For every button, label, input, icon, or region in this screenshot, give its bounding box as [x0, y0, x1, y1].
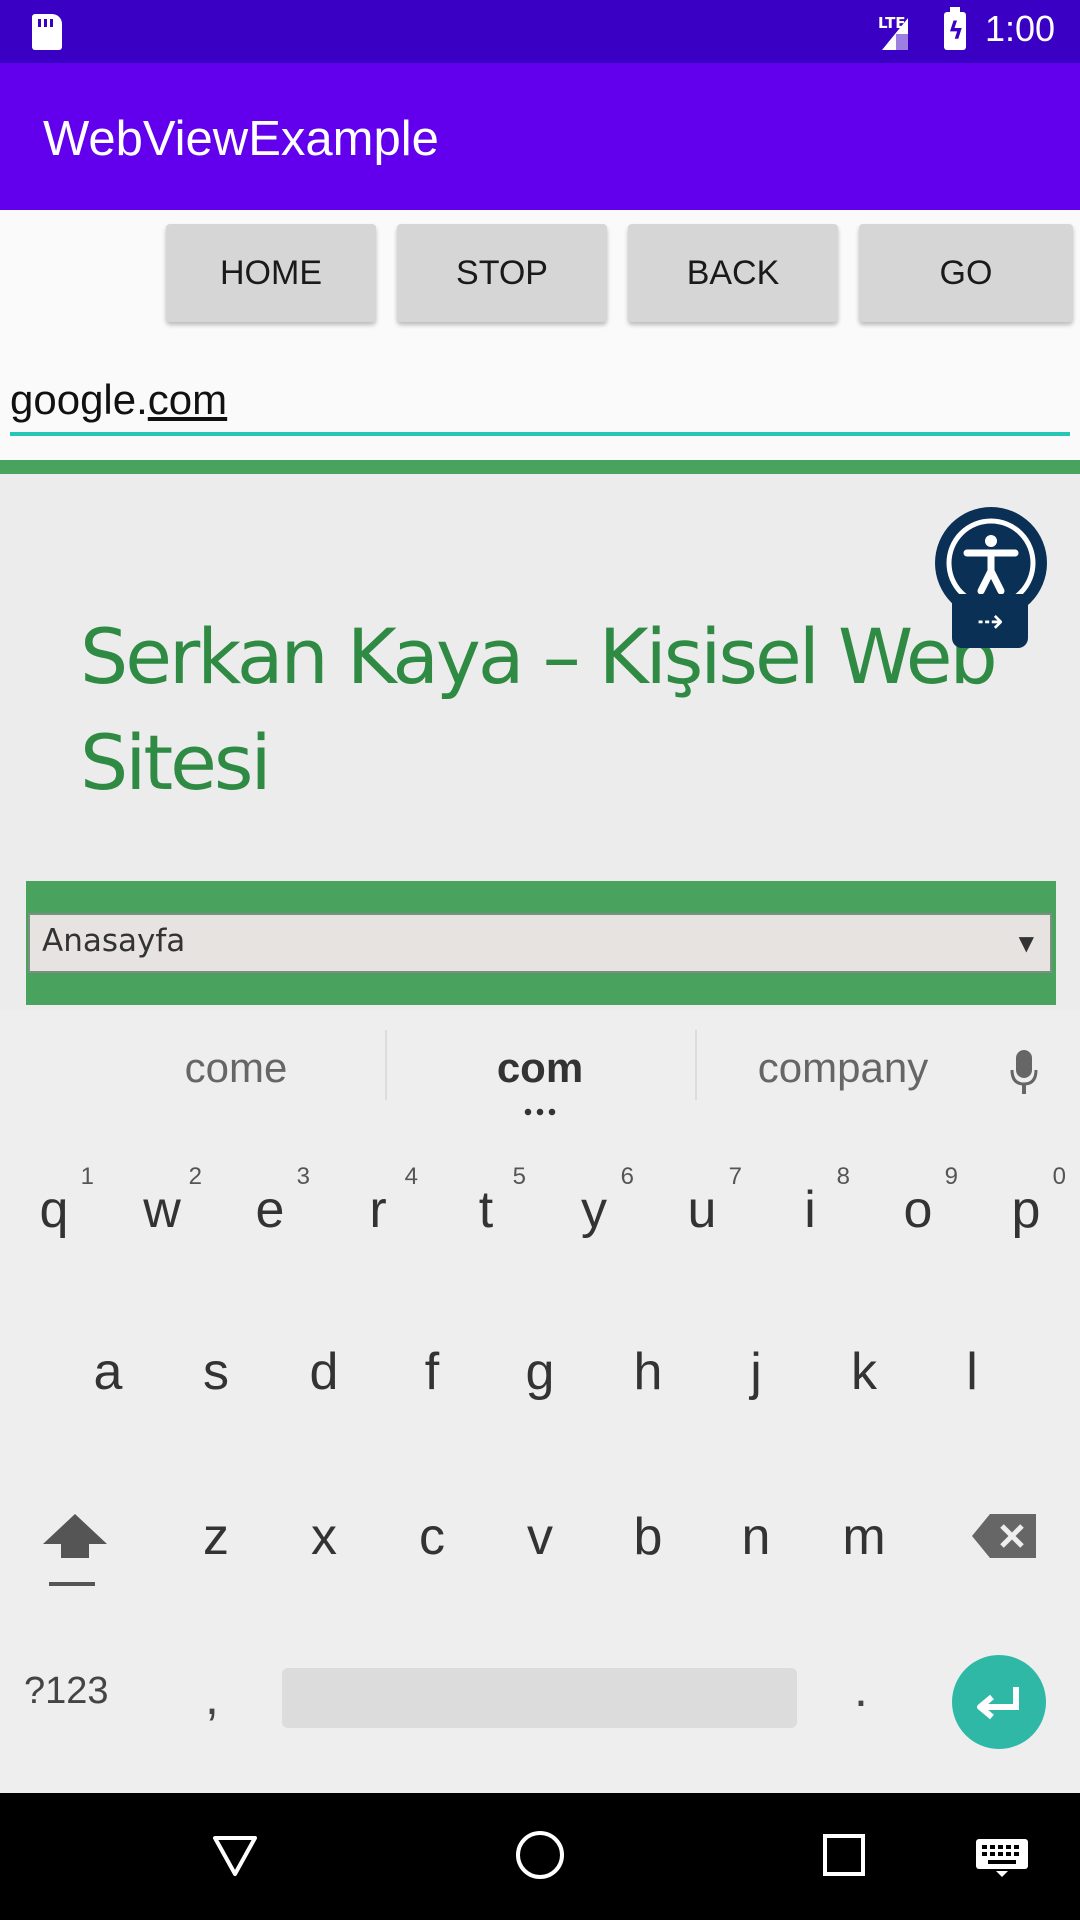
key-d[interactable]: d: [270, 1307, 378, 1437]
site-title[interactable]: Serkan Kaya – Kişisel Web Sitesi: [80, 604, 1080, 816]
key-hint: 2: [188, 1163, 202, 1190]
key-c[interactable]: c: [378, 1472, 486, 1602]
menu-select[interactable]: Anasayfa ▼: [28, 913, 1052, 973]
key-label: p: [1011, 1181, 1041, 1239]
key-j[interactable]: j: [702, 1307, 810, 1437]
shift-icon[interactable]: [35, 1506, 115, 1596]
recents-icon[interactable]: [822, 1833, 866, 1877]
arrow-right-icon[interactable]: ⇢: [952, 594, 1028, 648]
key-label: r: [369, 1181, 387, 1239]
enter-key[interactable]: [952, 1655, 1046, 1749]
key-f[interactable]: f: [378, 1307, 486, 1437]
key-w[interactable]: w2: [108, 1145, 216, 1275]
enter-icon: [977, 1687, 1019, 1720]
soft-keyboard: ?123 , . q1w2e3r4t5y6u7i8o9p0asdfghjklzx…: [0, 1120, 1080, 1793]
key-label: y: [581, 1181, 607, 1239]
url-input[interactable]: google.com: [10, 370, 1070, 436]
caret-down-icon: ▼: [1018, 931, 1034, 955]
key-hint: 8: [836, 1163, 850, 1190]
key-l[interactable]: l: [918, 1307, 1026, 1437]
key-hint: 3: [296, 1163, 310, 1190]
key-hint: 1: [80, 1163, 94, 1190]
browser-toolbar: HOME STOP BACK GO google.com: [0, 210, 1080, 460]
more-suggestions-icon[interactable]: [522, 1108, 558, 1116]
key-hint: 6: [620, 1163, 634, 1190]
home-button[interactable]: HOME: [166, 224, 376, 322]
key-x[interactable]: x: [270, 1472, 378, 1602]
key-v[interactable]: v: [486, 1472, 594, 1602]
go-button[interactable]: GO: [859, 224, 1073, 322]
symbols-key[interactable]: ?123: [24, 1670, 109, 1713]
site-menu-bar: Anasayfa ▼: [26, 881, 1056, 1005]
key-label: o: [903, 1181, 933, 1239]
key-r[interactable]: r4: [324, 1145, 432, 1275]
key-t[interactable]: t5: [432, 1145, 540, 1275]
suggestion-strip: come com company: [0, 1010, 1080, 1120]
url-text-composing: com: [147, 376, 228, 423]
key-y[interactable]: y6: [540, 1145, 648, 1275]
key-p[interactable]: p0: [972, 1145, 1080, 1275]
key-s[interactable]: s: [162, 1307, 270, 1437]
key-i[interactable]: i8: [756, 1145, 864, 1275]
key-h[interactable]: h: [594, 1307, 702, 1437]
key-q[interactable]: q1: [0, 1145, 108, 1275]
key-hint: 9: [944, 1163, 958, 1190]
key-e[interactable]: e3: [216, 1145, 324, 1275]
suggestion-right[interactable]: company: [693, 1044, 993, 1092]
key-n[interactable]: n: [702, 1472, 810, 1602]
battery-charging-icon: ϟ: [944, 7, 966, 50]
key-hint: 5: [512, 1163, 526, 1190]
key-o[interactable]: o9: [864, 1145, 972, 1275]
key-hint: 0: [1052, 1163, 1066, 1190]
app-title: WebViewExample: [43, 112, 439, 166]
key-label: u: [687, 1181, 717, 1239]
back-icon[interactable]: [212, 1833, 258, 1879]
key-a[interactable]: a: [54, 1307, 162, 1437]
status-time: 1:00: [985, 8, 1056, 49]
key-label: e: [255, 1181, 285, 1239]
microphone-icon[interactable]: [1010, 1050, 1038, 1094]
suggestion-center[interactable]: com: [390, 1044, 690, 1092]
key-label: i: [804, 1181, 816, 1239]
back-button[interactable]: BACK: [628, 224, 838, 322]
key-k[interactable]: k: [810, 1307, 918, 1437]
key-hint: 7: [728, 1163, 742, 1190]
keyboard-switch-icon[interactable]: [974, 1837, 1030, 1877]
period-key[interactable]: .: [854, 1660, 868, 1718]
key-u[interactable]: u7: [648, 1145, 756, 1275]
app-bar: WebViewExample: [0, 63, 1080, 210]
suggestion-left[interactable]: come: [86, 1044, 386, 1092]
key-label: w: [143, 1181, 181, 1239]
key-label: q: [39, 1181, 69, 1239]
sd-card-icon: [32, 14, 62, 50]
key-hint: 4: [404, 1163, 418, 1190]
url-text-prefix: google.: [10, 376, 148, 423]
key-b[interactable]: b: [594, 1472, 702, 1602]
backspace-icon[interactable]: [970, 1508, 1040, 1564]
key-g[interactable]: g: [486, 1307, 594, 1437]
stop-button[interactable]: STOP: [397, 224, 607, 322]
space-key[interactable]: [282, 1668, 797, 1728]
navigation-bar: [0, 1793, 1080, 1920]
menu-selected-value: Anasayfa: [42, 923, 186, 959]
key-z[interactable]: z: [162, 1472, 270, 1602]
comma-key[interactable]: ,: [205, 1668, 219, 1726]
key-m[interactable]: m: [810, 1472, 918, 1602]
key-label: t: [478, 1181, 494, 1239]
home-icon[interactable]: [514, 1829, 566, 1881]
status-bar: LTE ϟ 1:00: [0, 0, 1080, 63]
